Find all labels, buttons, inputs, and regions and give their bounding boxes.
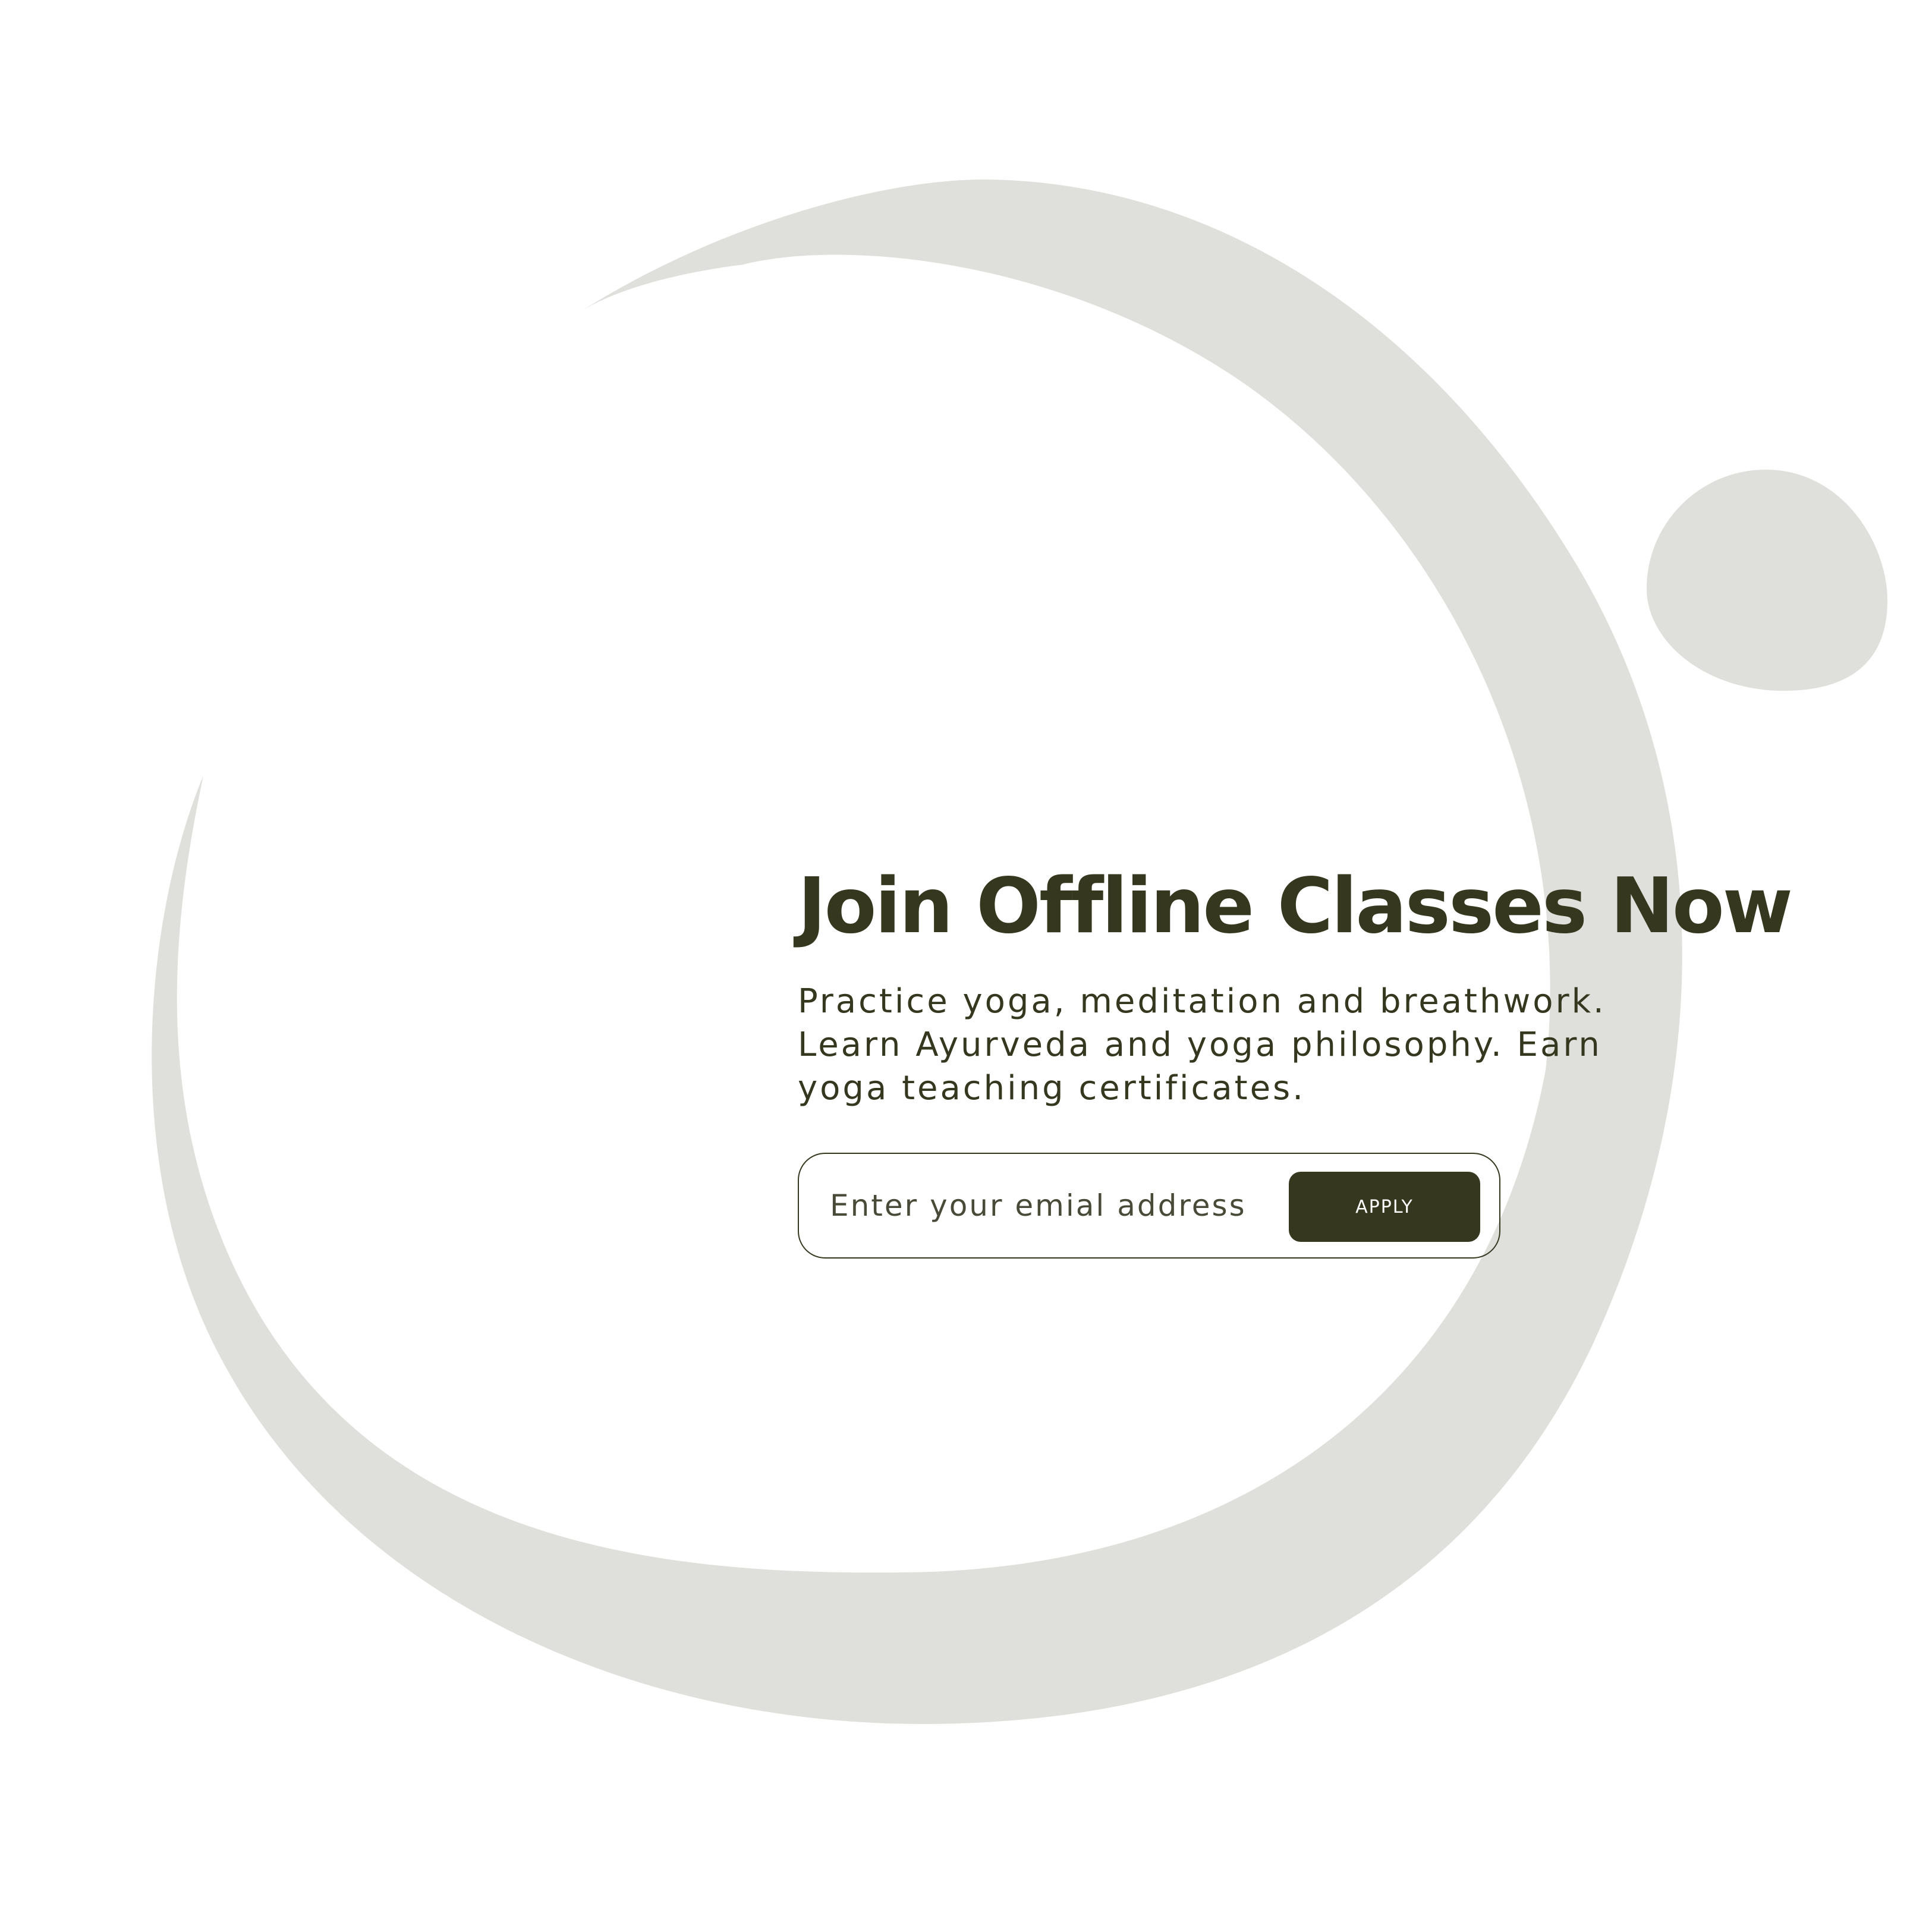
page-title: Join Offline Classes Now	[798, 862, 1793, 951]
email-input[interactable]	[830, 1178, 1270, 1234]
hero-description: Practice yoga, meditation and breathwork…	[798, 982, 1606, 1108]
hero-section: Join Offline Classes Now Practice yoga, …	[798, 862, 1808, 1259]
dot-blob-shape	[1647, 470, 1887, 691]
apply-button[interactable]: APPLY	[1289, 1172, 1480, 1242]
email-signup-form: APPLY	[798, 1153, 1500, 1259]
